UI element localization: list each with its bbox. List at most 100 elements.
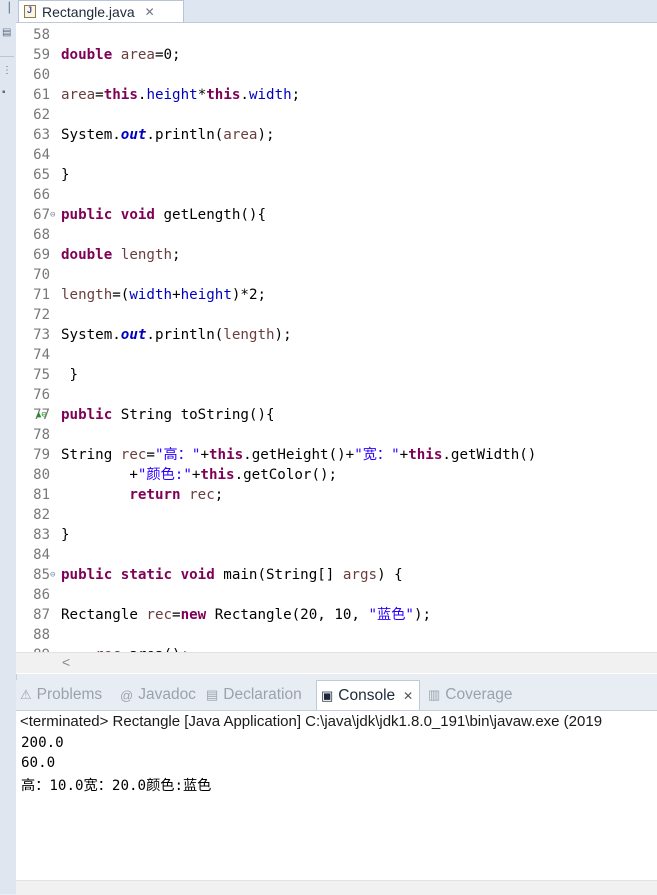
code-line[interactable]: 61 area=this.height*this.width;	[16, 85, 657, 105]
code-token: System.	[61, 327, 121, 343]
fold-toggle-icon[interactable]: ▲⊖	[36, 405, 47, 425]
tab-rectangle-java[interactable]: Rectangle.java ✕	[18, 0, 184, 22]
code-line[interactable]: 62	[16, 105, 657, 125]
code-token: height	[146, 87, 198, 103]
code-token: System.	[61, 127, 121, 143]
code-token: Rectangle	[61, 607, 147, 623]
code-line[interactable]: 75 }	[16, 365, 657, 385]
code-token: this	[206, 87, 241, 103]
close-icon[interactable]: ✕	[145, 5, 155, 19]
code-text: System.out.println(area);	[61, 125, 275, 145]
code-line[interactable]: 68	[16, 225, 657, 245]
hierarchy-icon[interactable]: ⋮	[2, 66, 12, 76]
line-number: 69	[33, 247, 50, 263]
code-line[interactable]: 70	[16, 265, 657, 285]
code-token: width	[248, 87, 292, 103]
console-output-line: 200.0	[21, 735, 64, 751]
code-line[interactable]: 79 String rec="高："+this.getHeight()+"宽："+…	[16, 445, 657, 465]
code-line[interactable]: 78	[16, 425, 657, 445]
console-horizontal-scrollbar[interactable]	[16, 880, 657, 895]
code-line[interactable]: 58	[16, 25, 657, 45]
package-explorer-icon[interactable]: ▕	[2, 4, 12, 14]
code-token: this	[408, 447, 443, 463]
code-token: }	[61, 167, 70, 183]
code-text: area=this.height*this.width;	[61, 85, 300, 105]
code-line[interactable]: 85 ⊖ public static void main(String[] args…	[16, 565, 657, 585]
code-token: ;	[172, 247, 181, 263]
java-file-icon	[24, 5, 36, 18]
line-number: 73	[33, 327, 50, 343]
code-text: System.out.println(length);	[61, 325, 292, 345]
outline-icon[interactable]: ▤	[2, 28, 12, 38]
fold-toggle-icon[interactable]: ⊖	[50, 205, 59, 225]
code-token: ;	[214, 487, 224, 503]
code-area[interactable]: 58 59 double area=0; 60 61 area=this.height*t…	[16, 24, 657, 652]
line-number: 89	[16, 645, 50, 652]
horizontal-scrollbar[interactable]: <	[16, 652, 657, 673]
code-line[interactable]: 76	[16, 385, 657, 405]
code-token: }	[61, 367, 79, 383]
code-line[interactable]: 64	[16, 145, 657, 165]
line-number: 66	[33, 187, 50, 203]
code-line[interactable]: 86	[16, 585, 657, 605]
code-line[interactable]: 65}	[16, 165, 657, 185]
code-token: ;	[291, 87, 301, 103]
code-token: static	[120, 567, 173, 583]
code-line[interactable]: 83}	[16, 525, 657, 545]
line-number: 62	[33, 107, 50, 123]
code-line[interactable]: 63 System.out.println(area);	[16, 125, 657, 145]
code-token: double	[61, 47, 113, 63]
tasks-icon[interactable]: ▪	[2, 88, 12, 98]
editor-tab-bar: Rectangle.java ✕	[16, 0, 657, 23]
code-line[interactable]: 88	[16, 625, 657, 645]
line-number: 84	[33, 547, 50, 563]
line-number: 68	[33, 227, 50, 243]
code-line[interactable]: 59 double area=0;	[16, 45, 657, 65]
console-status: <terminated> Rectangle [Java Application…	[20, 713, 603, 730]
code-line[interactable]: 60	[16, 65, 657, 85]
code-text: rec.area();	[61, 645, 189, 652]
code-line[interactable]: 73 System.out.println(length);	[16, 325, 657, 345]
line-number: 82	[33, 507, 50, 523]
code-token: .println(	[146, 127, 224, 143]
code-line[interactable]: 80 +"颜色:"+this.getColor();	[16, 465, 657, 485]
code-line[interactable]: 82	[16, 505, 657, 525]
code-token: length	[61, 287, 113, 303]
code-text: return rec;	[61, 485, 223, 505]
code-token: "颜色:"	[137, 467, 192, 483]
code-line[interactable]: 81 return rec;	[16, 485, 657, 505]
console-output-line: 高：10.0宽：20.0颜色:蓝色	[21, 778, 212, 794]
tab-problems[interactable]: ⚠ Problems	[20, 680, 102, 710]
code-line[interactable]: 84	[16, 545, 657, 565]
javadoc-icon: @	[120, 687, 134, 703]
tab-coverage[interactable]: ▥ Coverage	[428, 680, 513, 710]
code-line[interactable]: 74	[16, 345, 657, 365]
code-line[interactable]: 69 double length;	[16, 245, 657, 265]
code-line[interactable]: 72	[16, 305, 657, 325]
code-token: .getHeight()+	[243, 447, 355, 463]
code-line[interactable]: 87 Rectangle rec=new Rectangle(20, 10, "蓝…	[16, 605, 657, 625]
code-line[interactable]: 67 ⊖ public void getLength(){	[16, 205, 657, 225]
code-text: length=(width+height)*2;	[61, 285, 266, 305]
code-line[interactable]: 77 ▲⊖ public String toString(){	[16, 405, 657, 425]
code-line[interactable]: 66	[16, 185, 657, 205]
scroll-left-icon[interactable]: <	[62, 654, 70, 670]
tab-console[interactable]: ▣ Console ✕	[316, 680, 421, 710]
console-output-line: 60.0	[21, 755, 56, 771]
code-line[interactable]: 71 length=(width+height)*2;	[16, 285, 657, 305]
code-token: rec	[189, 487, 215, 503]
code-text: public void getLength(){	[61, 205, 266, 225]
line-number: 70	[33, 267, 50, 283]
close-icon[interactable]: ✕	[403, 689, 413, 703]
code-line[interactable]: 89 rec.area();	[16, 645, 657, 652]
code-token: main(String[]	[214, 567, 343, 583]
tab-declaration[interactable]: ▤ Declaration	[206, 680, 302, 710]
line-number: 72	[33, 307, 50, 323]
tab-label: Rectangle.java	[42, 3, 135, 20]
code-text: }	[61, 165, 70, 185]
tab-javadoc[interactable]: @ Javadoc	[120, 680, 196, 710]
line-number: 83	[33, 527, 50, 543]
fold-toggle-icon[interactable]: ⊖	[50, 565, 59, 585]
